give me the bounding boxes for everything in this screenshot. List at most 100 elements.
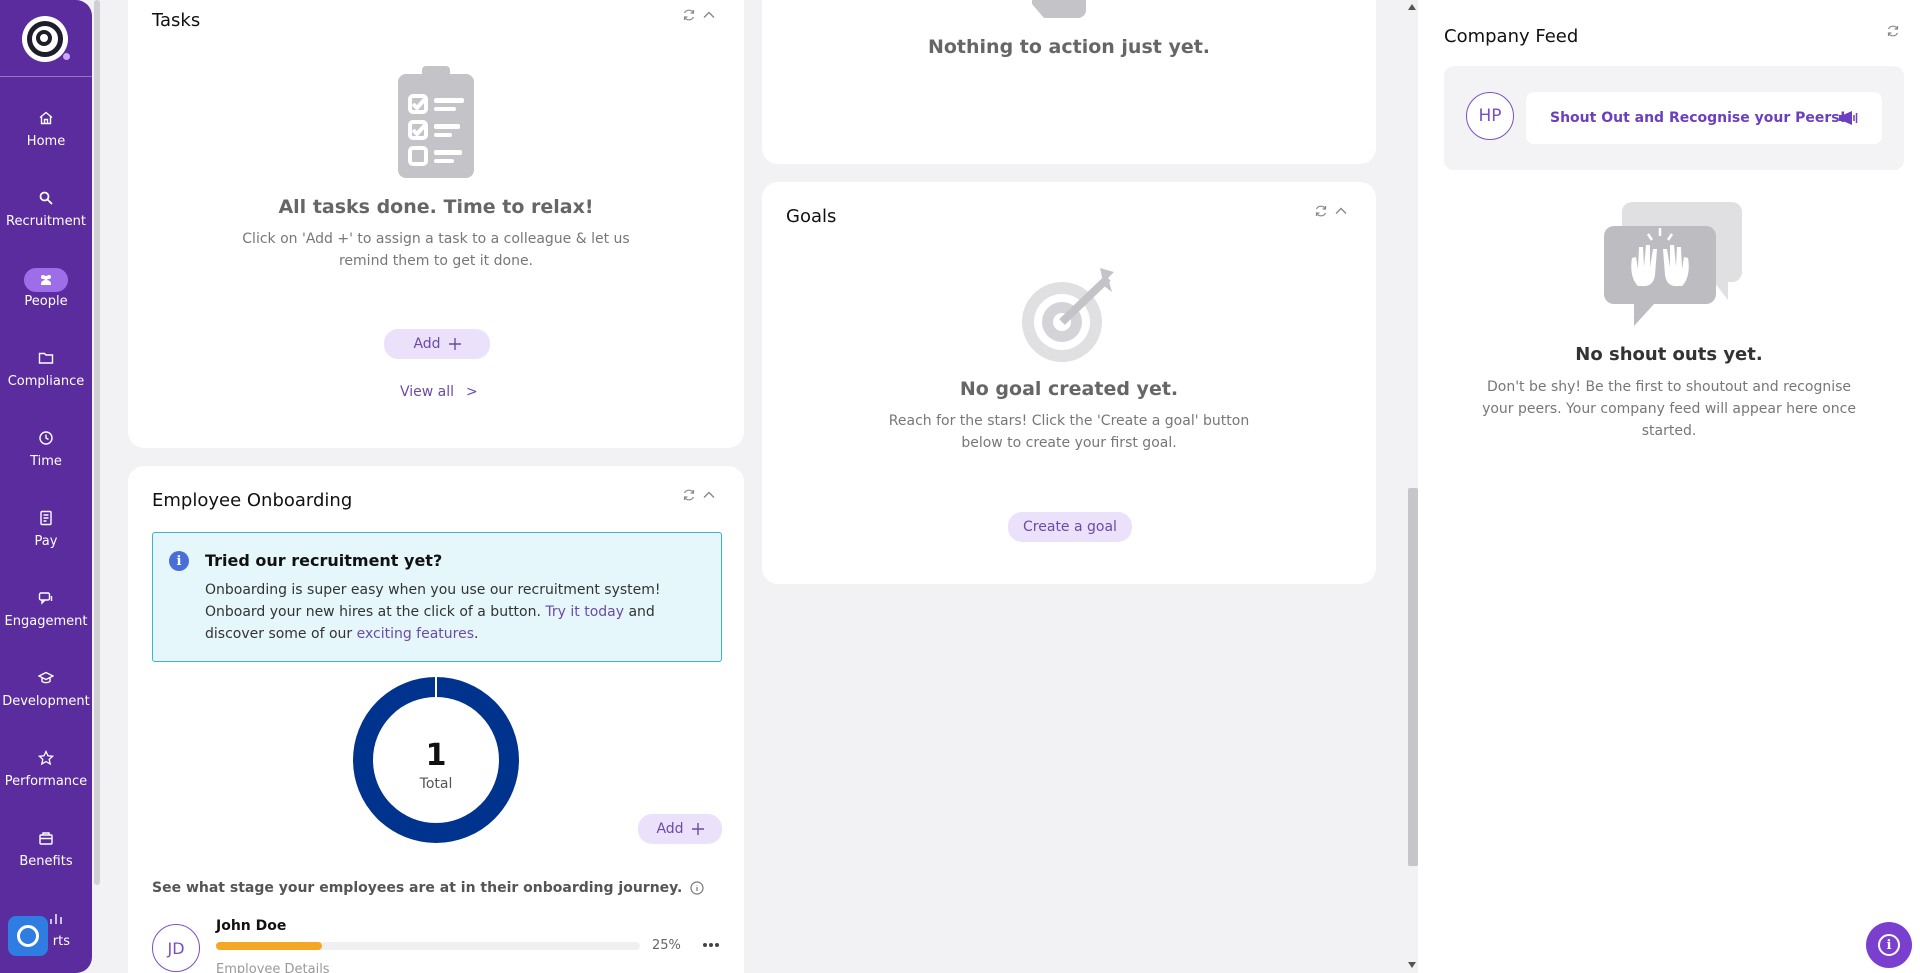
feed-empty-text: Don't be shy! Be the first to shoutout a… (1418, 376, 1920, 442)
chevron-up-icon[interactable] (702, 488, 716, 502)
tasks-title: Tasks (152, 10, 201, 31)
add-onboarding-button[interactable]: Add (638, 814, 722, 844)
shout-out-button[interactable]: Shout Out and Recognise your Peers! (1526, 92, 1882, 144)
feed-empty-text-line: your peers. Your company feed will appea… (1482, 401, 1856, 417)
create-goal-label: Create a goal (1023, 519, 1117, 535)
actions-card: Nothing to action just yet. (762, 0, 1376, 164)
tasks-empty-text: Click on 'Add +' to assign a task to a c… (128, 228, 744, 272)
shout-out-bubbles-icon (1604, 202, 1742, 326)
info-circle-icon[interactable] (690, 881, 704, 895)
info-banner-text: Onboarding is super easy when you use ou… (205, 579, 715, 645)
shout-out-label: Shout Out and Recognise your Peers! (1550, 110, 1846, 126)
info-icon: i (169, 551, 189, 571)
view-all-label: View all (400, 384, 455, 400)
refresh-icon[interactable] (682, 8, 696, 22)
info-banner-title: Tried our recruitment yet? (205, 551, 443, 570)
plus-icon (448, 338, 461, 350)
recruitment-info-banner: i Tried our recruitment yet? Onboarding … (152, 532, 722, 662)
onboarding-progress-track (216, 942, 640, 950)
chat-icon (32, 588, 60, 608)
sidebar-item-label: Development (2, 693, 90, 709)
star-icon (32, 748, 60, 768)
employee-avatar: JD (152, 924, 200, 972)
company-feed-title: Company Feed (1444, 26, 1579, 47)
search-icon (32, 188, 60, 208)
shout-out-box: HP Shout Out and Recognise your Peers! (1444, 66, 1904, 170)
refresh-icon[interactable] (1314, 204, 1328, 218)
folder-icon (32, 348, 60, 368)
refresh-icon[interactable] (1886, 24, 1900, 38)
feed-empty-title: No shout outs yet. (1575, 344, 1763, 365)
tasks-empty-text-line: remind them to get it done. (338, 253, 534, 269)
try-it-today-link[interactable]: Try it today (545, 604, 624, 620)
sidebar-item-label: Time (30, 453, 62, 469)
sidebar-item-people[interactable]: People (0, 258, 92, 318)
feed-empty-text-line: started. (1641, 423, 1697, 439)
add-onboarding-label: Add (656, 821, 684, 837)
sidebar-item-label: Pay (34, 533, 58, 549)
stage-caption-text: See what stage your employees are at in … (152, 880, 683, 896)
info-text-part: . (474, 626, 479, 642)
scroll-up-arrow-icon[interactable] (1408, 4, 1416, 10)
megaphone-icon (1839, 111, 1858, 125)
goals-empty-title: No goal created yet. (959, 378, 1179, 400)
goals-empty-text-line: below to create your first goal. (961, 435, 1177, 451)
company-feed-panel: Company Feed HP Shout Out and Recognise … (1418, 0, 1920, 973)
info-icon: i (1878, 934, 1900, 956)
view-all-tasks-link[interactable]: View all > (400, 384, 478, 400)
chevron-up-icon[interactable] (1334, 204, 1348, 218)
plus-icon (691, 823, 704, 835)
sidebar-item-label: Benefits (19, 853, 73, 869)
pay-icon (32, 508, 60, 528)
onboarding-card: Employee Onboarding i Tried our recruitm… (128, 466, 744, 973)
sidebar-item-compliance[interactable]: Compliance (0, 338, 92, 398)
help-info-button[interactable]: i (1866, 922, 1912, 968)
tasks-empty-text-line: Click on 'Add +' to assign a task to a c… (242, 231, 630, 247)
sidebar-item-label: rts (52, 933, 70, 949)
scroll-down-arrow-icon[interactable] (1408, 962, 1416, 968)
main-scrollbar-thumb[interactable] (1408, 488, 1418, 866)
sidebar-item-time[interactable]: Time (0, 418, 92, 478)
goals-title: Goals (786, 206, 837, 227)
chevron-right-icon: > (466, 384, 478, 400)
onboarding-title: Employee Onboarding (152, 490, 353, 511)
assistant-button[interactable] (8, 916, 48, 956)
more-options-icon[interactable] (702, 942, 720, 948)
sidebar-item-label: Engagement (4, 613, 88, 629)
user-avatar: HP (1466, 92, 1514, 140)
add-task-button[interactable]: Add (384, 329, 490, 359)
gift-icon (32, 828, 60, 848)
sidebar-item-label: Home (26, 133, 66, 149)
sidebar-item-label: People (24, 293, 68, 309)
sidebar-item-development[interactable]: Development (0, 658, 92, 718)
tasks-card: Tasks All tasks done. Time to relax! Cli… (128, 0, 744, 448)
sidebar-scrollbar[interactable] (94, 0, 100, 885)
sidebar-item-engagement[interactable]: Engagement (0, 578, 92, 638)
logo-mark (27, 21, 63, 57)
company-logo[interactable] (22, 16, 70, 62)
sidebar-item-home[interactable]: Home (0, 98, 92, 158)
goals-empty-text-line: Reach for the stars! Click the 'Create a… (888, 413, 1250, 429)
employee-name: John Doe (216, 918, 287, 934)
onboarding-stage-caption: See what stage your employees are at in … (152, 880, 704, 896)
sidebar-item-benefits[interactable]: Benefits (0, 818, 92, 878)
people-icon (24, 267, 68, 292)
refresh-icon[interactable] (682, 488, 696, 502)
employee-row[interactable]: JD John Doe 25% Employee Details (152, 918, 722, 973)
tasks-card-tools (682, 8, 716, 22)
sidebar-item-performance[interactable]: Performance (0, 738, 92, 798)
clipboard-icon (398, 66, 474, 178)
sidebar-divider (0, 76, 92, 77)
sidebar-item-label: Compliance (7, 373, 85, 389)
sidebar-item-recruitment[interactable]: Recruitment (0, 178, 92, 238)
sidebar-item-pay[interactable]: Pay (0, 498, 92, 558)
create-goal-button[interactable]: Create a goal (1008, 512, 1132, 542)
logo-dot (63, 53, 70, 60)
donut-total-value: 1 (425, 738, 447, 773)
exciting-features-link[interactable]: exciting features (357, 626, 474, 642)
sidebar-item-label: Performance (4, 773, 88, 789)
sidebar: Home Recruitment People Compliance Time … (0, 0, 92, 973)
chevron-up-icon[interactable] (702, 8, 716, 22)
goals-empty-text: Reach for the stars! Click the 'Create a… (762, 410, 1376, 454)
actions-empty-title: Nothing to action just yet. (927, 36, 1211, 58)
